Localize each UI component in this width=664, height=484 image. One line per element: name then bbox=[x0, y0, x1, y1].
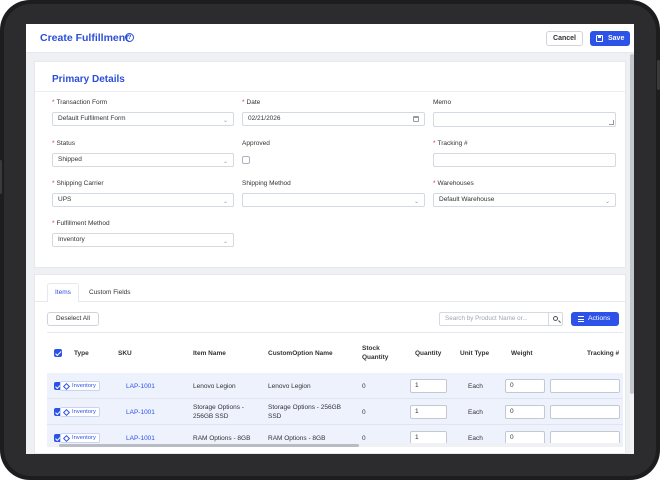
fulfillment-method-select[interactable]: Inventory ⌄ bbox=[52, 233, 234, 247]
primary-details-panel: Primary Details * Transaction Form Defaul… bbox=[34, 61, 626, 268]
item-name-cell: Lenovo Legion bbox=[193, 382, 236, 390]
chevron-down-icon: ⌄ bbox=[604, 199, 610, 205]
type-badge: Inventory bbox=[60, 381, 100, 391]
info-circle-icon[interactable]: ? bbox=[125, 33, 134, 42]
table-row[interactable]: Inventory LAP-1001 Storage Options - 256… bbox=[47, 399, 623, 425]
column-header-weight[interactable]: Weight bbox=[511, 333, 541, 373]
chevron-down-icon: ⌄ bbox=[222, 159, 228, 165]
column-header-sku[interactable]: SKU bbox=[118, 333, 178, 373]
status-label: * Status bbox=[52, 140, 75, 147]
deselect-all-button[interactable]: Deselect All bbox=[47, 312, 99, 326]
cancel-button[interactable]: Cancel bbox=[546, 31, 583, 46]
tracking-number-input[interactable] bbox=[550, 405, 620, 419]
warehouses-select[interactable]: Default Warehouse ⌄ bbox=[433, 193, 616, 207]
search-input[interactable]: Search by Product Name or... bbox=[439, 312, 549, 326]
stock-quantity-cell: 0 bbox=[362, 382, 366, 390]
search-icon bbox=[553, 316, 558, 321]
quantity-input[interactable]: 1 bbox=[410, 379, 447, 393]
scrollbar-thumb[interactable] bbox=[59, 444, 359, 447]
approved-label: Approved bbox=[242, 140, 270, 147]
quantity-input[interactable]: 1 bbox=[410, 405, 447, 419]
shipping-carrier-value: UPS bbox=[58, 196, 72, 203]
unit-type-cell: Each bbox=[468, 382, 483, 390]
option-name-cell: Lenovo Legion bbox=[268, 382, 311, 390]
items-table: Type SKU Item Name CustomOption Name Sto… bbox=[47, 332, 623, 447]
sku-link[interactable]: LAP-1001 bbox=[126, 399, 155, 425]
shipping-method-select[interactable]: ⌄ bbox=[242, 193, 425, 207]
weight-input[interactable]: 0 bbox=[505, 379, 545, 393]
actions-button[interactable]: Actions bbox=[571, 312, 619, 326]
resize-handle-icon[interactable] bbox=[609, 120, 614, 125]
save-button-label: Save bbox=[608, 35, 625, 42]
actions-button-label: Actions bbox=[588, 315, 611, 322]
item-name-cell: Storage Options - 256GB SSD bbox=[193, 404, 244, 420]
status-value: Shipped bbox=[58, 156, 82, 163]
weight-input[interactable]: 0 bbox=[505, 405, 545, 419]
table-row[interactable]: Inventory LAP-1001 Lenovo Legion Lenovo … bbox=[47, 373, 623, 399]
volume-button bbox=[0, 160, 2, 194]
memo-textarea[interactable] bbox=[433, 112, 616, 127]
approved-checkbox[interactable] bbox=[242, 156, 250, 164]
option-name-cell: Storage Options - 256GB SSD bbox=[268, 404, 341, 420]
tab-items[interactable]: Items bbox=[47, 283, 79, 302]
fulfillment-method-label: * Fulfillment Method bbox=[52, 220, 110, 227]
warehouses-value: Default Warehouse bbox=[439, 196, 495, 203]
status-select[interactable]: Shipped ⌄ bbox=[52, 153, 234, 167]
date-value: 02/21/2026 bbox=[248, 115, 281, 122]
transaction-form-value: Default Fulfilment Form bbox=[58, 115, 126, 122]
transaction-form-select[interactable]: Default Fulfilment Form ⌄ bbox=[52, 112, 234, 126]
transaction-form-label: * Transaction Form bbox=[52, 99, 108, 106]
shipping-method-label: Shipping Method bbox=[242, 180, 291, 187]
select-all-checkbox[interactable] bbox=[54, 349, 62, 357]
tracking-label: * Tracking # bbox=[433, 140, 468, 147]
tracking-number-input[interactable] bbox=[550, 379, 620, 393]
floppy-disk-icon bbox=[596, 35, 603, 42]
sku-link[interactable]: LAP-1001 bbox=[126, 373, 155, 399]
section-title: Primary Details bbox=[52, 74, 125, 85]
column-header-item-name[interactable]: Item Name bbox=[193, 333, 263, 373]
cube-icon bbox=[62, 434, 71, 442]
scrollbar-thumb[interactable] bbox=[630, 54, 634, 394]
type-badge: Inventory bbox=[60, 407, 100, 417]
screen: Create Fulfillment ? Cancel Save Primary… bbox=[26, 24, 634, 454]
menu-icon bbox=[578, 316, 584, 322]
shipping-carrier-label: * Shipping Carrier bbox=[52, 180, 104, 187]
warehouses-label: * Warehouses bbox=[433, 180, 474, 187]
items-panel: Items Custom Fields Deselect All Search … bbox=[34, 274, 626, 454]
memo-label: Memo bbox=[433, 99, 452, 106]
calendar-icon[interactable] bbox=[413, 116, 419, 122]
date-label: * Date bbox=[242, 99, 261, 106]
chevron-down-icon: ⌄ bbox=[222, 239, 228, 245]
stock-quantity-cell: 0 bbox=[362, 408, 366, 416]
chevron-down-icon: ⌄ bbox=[222, 118, 228, 124]
date-input[interactable]: 02/21/2026 bbox=[242, 112, 425, 126]
top-bar: Create Fulfillment ? Cancel Save bbox=[26, 24, 634, 53]
column-header-quantity[interactable]: Quantity bbox=[415, 333, 445, 373]
column-header-option-name[interactable]: CustomOption Name bbox=[268, 333, 358, 373]
chevron-down-icon: ⌄ bbox=[222, 199, 228, 205]
horizontal-scrollbar[interactable] bbox=[47, 443, 623, 447]
shipping-carrier-select[interactable]: UPS ⌄ bbox=[52, 193, 234, 207]
fulfillment-method-value: Inventory bbox=[58, 236, 85, 243]
power-button bbox=[657, 60, 660, 90]
divider bbox=[35, 91, 625, 92]
tab-custom-fields[interactable]: Custom Fields bbox=[81, 283, 139, 301]
column-header-type[interactable]: Type bbox=[74, 333, 114, 373]
cube-icon bbox=[62, 382, 71, 390]
tracking-input[interactable] bbox=[433, 153, 616, 167]
cube-icon bbox=[62, 408, 71, 416]
column-header-stock-quantity[interactable]: Stock Quantity bbox=[362, 333, 400, 373]
search-button[interactable] bbox=[548, 312, 563, 326]
save-button[interactable]: Save bbox=[590, 31, 630, 46]
unit-type-cell: Each bbox=[468, 408, 483, 416]
chevron-down-icon: ⌄ bbox=[413, 199, 419, 205]
page-title: Create Fulfillment bbox=[40, 32, 129, 44]
vertical-scrollbar[interactable] bbox=[630, 54, 634, 454]
column-header-tracking[interactable]: Tracking # bbox=[587, 333, 623, 373]
type-badge: Inventory bbox=[60, 433, 100, 443]
column-header-unit-type[interactable]: Unit Type bbox=[460, 333, 496, 373]
